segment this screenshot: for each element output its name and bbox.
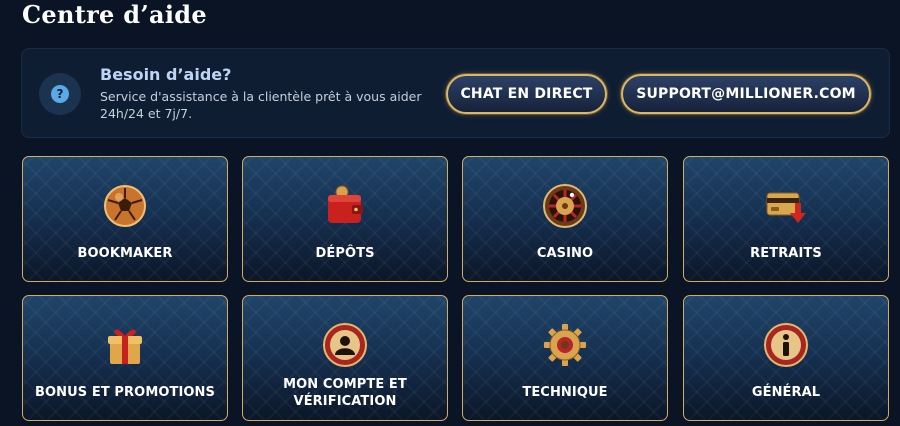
category-card-bookmaker[interactable]: BOOKMAKER xyxy=(22,156,228,282)
category-label: BOOKMAKER xyxy=(77,246,173,261)
category-card-casino[interactable]: CASINO xyxy=(462,156,668,282)
category-label: GÉNÉRAL xyxy=(751,385,821,400)
gift-icon xyxy=(108,329,142,364)
category-card-deposits[interactable]: DÉPÔTS xyxy=(242,156,448,282)
category-card-technical[interactable]: TECHNIQUE xyxy=(462,295,668,421)
category-card-general[interactable]: GÉNÉRAL xyxy=(683,295,889,421)
category-card-bonus[interactable]: BONUS ET PROMOTIONS xyxy=(22,295,228,421)
wallet-icon xyxy=(328,185,363,223)
category-label: BONUS ET PROMOTIONS xyxy=(34,385,216,400)
help-center-page: Centre d’aide ? Besoin d’aide? Service d… xyxy=(0,0,900,426)
category-card-withdrawals[interactable]: RETRAITS xyxy=(683,156,889,282)
live-chat-button[interactable]: CHAT EN DIRECT xyxy=(446,74,607,114)
page-title: Centre d’aide xyxy=(22,0,207,29)
category-label: TECHNIQUE xyxy=(522,385,608,400)
support-email-button[interactable]: SUPPORT@MILLIONER.COM xyxy=(621,74,871,114)
category-label: MON COMPTE ET VÉRIFICATION xyxy=(283,377,407,409)
category-label: CASINO xyxy=(536,246,594,261)
category-label: DÉPÔTS xyxy=(315,246,375,261)
help-title: Besoin d’aide? xyxy=(100,65,232,84)
roulette-icon xyxy=(543,184,587,228)
help-description: Service d'assistance à la clientèle prêt… xyxy=(100,89,422,121)
help-banner: ? Besoin d’aide? Service d'assistance à … xyxy=(21,48,890,138)
category-card-account[interactable]: MON COMPTE ET VÉRIFICATION xyxy=(242,295,448,421)
gear-icon xyxy=(544,324,586,366)
category-label: RETRAITS xyxy=(750,246,822,261)
question-icon: ? xyxy=(39,73,81,115)
card-withdraw-icon xyxy=(766,192,806,223)
user-icon xyxy=(323,323,367,367)
soccer-ball-icon xyxy=(104,185,146,227)
info-icon xyxy=(764,323,808,367)
